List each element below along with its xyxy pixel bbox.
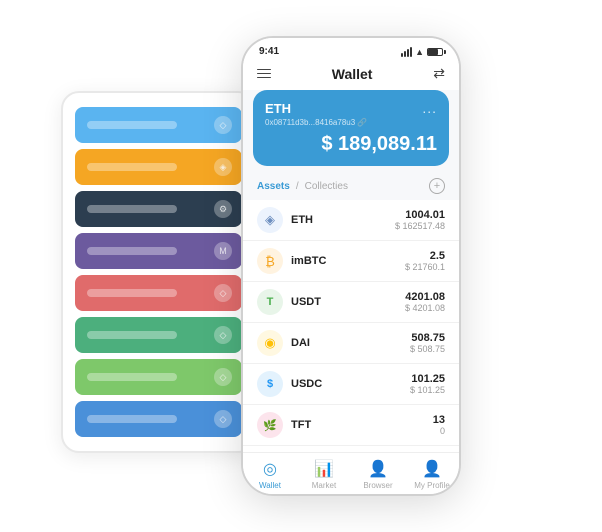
asset-amounts: 101.25 $ 101.25 bbox=[410, 373, 445, 395]
card-label bbox=[87, 289, 177, 297]
asset-amounts: 13 0 bbox=[433, 414, 445, 436]
status-bar: 9:41 ▲ bbox=[243, 38, 459, 61]
nav-item-profile[interactable]: 👤 My Profile bbox=[405, 459, 459, 490]
card-label bbox=[87, 331, 177, 339]
assets-header: Assets / Collecties + bbox=[243, 174, 459, 200]
list-item[interactable]: ◇ bbox=[75, 401, 242, 437]
table-row[interactable]: T USDT 4201.08 $ 4201.08 bbox=[243, 282, 459, 323]
asset-name: USDC bbox=[291, 378, 410, 390]
wifi-icon: ▲ bbox=[415, 47, 424, 57]
list-item[interactable]: ◇ bbox=[75, 317, 242, 353]
nav-item-wallet[interactable]: ◎ Wallet bbox=[243, 459, 297, 490]
tab-divider: / bbox=[296, 181, 299, 192]
battery-icon bbox=[427, 48, 443, 56]
table-row[interactable]: ₿ imBTC 2.5 $ 21760.1 bbox=[243, 241, 459, 282]
asset-amounts: 508.75 $ 508.75 bbox=[410, 332, 445, 354]
card-label bbox=[87, 247, 177, 255]
nav-item-browser[interactable]: 👤 Browser bbox=[351, 459, 405, 490]
card-stack: ◇ ◈ ⚙ M ◇ ◇ ◇ ◇ bbox=[61, 91, 256, 453]
tab-assets[interactable]: Assets bbox=[257, 181, 290, 192]
list-item[interactable]: ◇ bbox=[75, 107, 242, 143]
list-item[interactable]: ◇ bbox=[75, 275, 242, 311]
tab-collecties[interactable]: Collecties bbox=[305, 181, 348, 192]
asset-amounts: 2.5 $ 21760.1 bbox=[405, 250, 445, 272]
asset-list: ◈ ETH 1004.01 $ 162517.48 ₿ imBTC 2.5 $ … bbox=[243, 200, 459, 452]
asset-name: TFT bbox=[291, 419, 433, 431]
asset-secondary-amount: $ 162517.48 bbox=[395, 221, 445, 231]
asset-primary-amount: 101.25 bbox=[410, 373, 445, 385]
bottom-nav: ◎ Wallet 📊 Market 👤 Browser 👤 My Profile bbox=[243, 452, 459, 494]
usdc-icon: $ bbox=[257, 371, 283, 397]
table-row[interactable]: ◉ DAI 508.75 $ 508.75 bbox=[243, 323, 459, 364]
asset-primary-amount: 4201.08 bbox=[405, 291, 445, 303]
card-icon: ◈ bbox=[214, 158, 232, 176]
list-item[interactable]: M bbox=[75, 233, 242, 269]
card-icon: ◇ bbox=[214, 368, 232, 386]
eth-card-menu[interactable]: ... bbox=[422, 100, 437, 116]
eth-card[interactable]: ETH ... 0x08711d3b...8416a78u3 🔗 $ 189,0… bbox=[253, 90, 449, 166]
asset-primary-amount: 508.75 bbox=[410, 332, 445, 344]
profile-nav-icon: 👤 bbox=[422, 459, 442, 479]
profile-nav-label: My Profile bbox=[414, 481, 450, 490]
signal-icon bbox=[401, 47, 412, 57]
card-label bbox=[87, 205, 177, 213]
market-nav-label: Market bbox=[312, 481, 336, 490]
add-asset-button[interactable]: + bbox=[429, 178, 445, 194]
browser-nav-icon: 👤 bbox=[368, 459, 388, 479]
market-nav-icon: 📊 bbox=[314, 459, 334, 479]
assets-tabs: Assets / Collecties bbox=[257, 181, 348, 192]
card-label bbox=[87, 373, 177, 381]
asset-primary-amount: 13 bbox=[433, 414, 445, 426]
asset-secondary-amount: 0 bbox=[433, 426, 445, 436]
phone-frame: 9:41 ▲ bbox=[241, 36, 461, 496]
card-icon: ⚙ bbox=[214, 200, 232, 218]
status-time: 9:41 bbox=[259, 46, 279, 57]
list-item[interactable]: ◇ bbox=[75, 359, 242, 395]
card-icon: ◇ bbox=[214, 410, 232, 428]
card-icon: ◇ bbox=[214, 116, 232, 134]
eth-icon: ◈ bbox=[257, 207, 283, 233]
status-icons: ▲ bbox=[401, 47, 443, 57]
card-icon: ◇ bbox=[214, 284, 232, 302]
nav-item-market[interactable]: 📊 Market bbox=[297, 459, 351, 490]
table-row[interactable]: $ USDC 101.25 $ 101.25 bbox=[243, 364, 459, 405]
dai-icon: ◉ bbox=[257, 330, 283, 356]
expand-icon[interactable]: ⇄ bbox=[433, 65, 445, 82]
asset-secondary-amount: $ 21760.1 bbox=[405, 262, 445, 272]
table-row[interactable]: ◈ ETH 1004.01 $ 162517.48 bbox=[243, 200, 459, 241]
card-label bbox=[87, 121, 177, 129]
card-label bbox=[87, 415, 177, 423]
asset-name: USDT bbox=[291, 296, 405, 308]
nav-header: Wallet ⇄ bbox=[243, 61, 459, 90]
wallet-nav-icon: ◎ bbox=[263, 459, 277, 479]
asset-amounts: 1004.01 $ 162517.48 bbox=[395, 209, 445, 231]
eth-card-label: ETH bbox=[265, 101, 291, 116]
tft-icon: 🌿 bbox=[257, 412, 283, 438]
asset-name: DAI bbox=[291, 337, 410, 349]
asset-secondary-amount: $ 4201.08 bbox=[405, 303, 445, 313]
asset-secondary-amount: $ 508.75 bbox=[410, 344, 445, 354]
asset-primary-amount: 2.5 bbox=[405, 250, 445, 262]
card-icon: ◇ bbox=[214, 326, 232, 344]
browser-nav-label: Browser bbox=[363, 481, 392, 490]
usdt-icon: T bbox=[257, 289, 283, 315]
menu-button[interactable] bbox=[257, 69, 271, 79]
card-label bbox=[87, 163, 177, 171]
eth-address: 0x08711d3b...8416a78u3 🔗 bbox=[265, 118, 437, 127]
asset-name: ETH bbox=[291, 214, 395, 226]
list-item[interactable]: ◈ bbox=[75, 149, 242, 185]
asset-amounts: 4201.08 $ 4201.08 bbox=[405, 291, 445, 313]
card-icon: M bbox=[214, 242, 232, 260]
page-title: Wallet bbox=[332, 66, 373, 82]
asset-name: imBTC bbox=[291, 255, 405, 267]
table-row[interactable]: 🌿 TFT 13 0 bbox=[243, 405, 459, 446]
imbtc-icon: ₿ bbox=[257, 248, 283, 274]
asset-primary-amount: 1004.01 bbox=[395, 209, 445, 221]
list-item[interactable]: ⚙ bbox=[75, 191, 242, 227]
scene: ◇ ◈ ⚙ M ◇ ◇ ◇ ◇ bbox=[11, 11, 591, 521]
wallet-nav-label: Wallet bbox=[259, 481, 281, 490]
eth-amount: $ 189,089.11 bbox=[265, 133, 437, 156]
asset-secondary-amount: $ 101.25 bbox=[410, 385, 445, 395]
